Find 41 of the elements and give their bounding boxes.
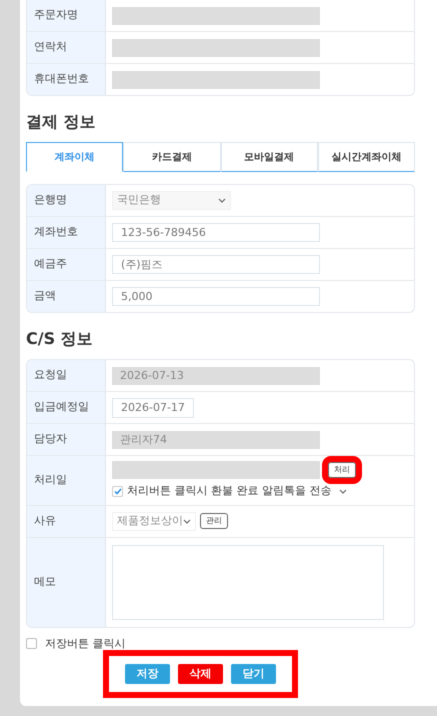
chevron-down-icon xyxy=(183,518,191,524)
manage-button[interactable]: 관리 xyxy=(200,513,228,529)
payment-tab[interactable]: 계좌이체 xyxy=(26,142,124,172)
field-label: 연락처 xyxy=(27,32,106,63)
payment-tab[interactable]: 모바일결제 xyxy=(220,142,318,172)
action-button[interactable]: 저장 xyxy=(125,664,170,684)
save-option-label: 저장버튼 클릭시 xyxy=(45,636,126,652)
field-label: 은행명 xyxy=(27,185,106,216)
memo-field[interactable] xyxy=(112,544,384,620)
chevron-down-icon xyxy=(339,488,348,494)
date-field[interactable]: 2026-07-17 xyxy=(112,398,194,418)
payment-tab[interactable]: 카드결제 xyxy=(123,142,220,172)
checkbox[interactable] xyxy=(112,486,123,497)
action-button[interactable]: 닫기 xyxy=(231,664,276,684)
input-field[interactable]: 5,000 xyxy=(112,287,320,306)
field-label: 금액 xyxy=(27,281,106,312)
readonly-field: 관리자74 xyxy=(112,430,320,448)
field-label: 주문자명 xyxy=(27,0,106,31)
section-title: 결제 정보 xyxy=(26,111,97,133)
action-button[interactable]: 삭제 xyxy=(178,664,223,684)
checkbox[interactable] xyxy=(26,638,37,650)
notify-label: 처리버튼 클릭시 환불 완료 알림톡을 전송 xyxy=(127,483,332,499)
field-label: 처리일 xyxy=(27,456,106,504)
payment-tab[interactable]: 실시간계좌이체 xyxy=(318,142,415,172)
input-field[interactable]: (주)핌즈 xyxy=(112,255,320,274)
section-title: C/S 정보 xyxy=(26,328,94,350)
chevron-down-icon xyxy=(218,198,226,203)
bank-select[interactable]: 국민은행 xyxy=(112,191,231,210)
field-label: 휴대폰번호 xyxy=(27,64,106,95)
input-field[interactable]: 123-56-789456 xyxy=(112,223,320,242)
select-value: 제품정보상이 xyxy=(117,512,183,529)
field-label: 입금예정일 xyxy=(27,392,106,423)
readonly-field: 2026-07-13 xyxy=(112,366,320,384)
field-label: 요청일 xyxy=(27,360,106,391)
field-label: 예금주 xyxy=(27,249,106,280)
reason-select[interactable]: 제품정보상이 xyxy=(112,512,196,530)
select-value: 국민은행 xyxy=(117,192,161,208)
field-label: 담당자 xyxy=(27,424,106,455)
field-label: 계좌번호 xyxy=(27,217,106,248)
field-label: 메모 xyxy=(27,538,106,626)
field-label: 사유 xyxy=(27,506,106,536)
